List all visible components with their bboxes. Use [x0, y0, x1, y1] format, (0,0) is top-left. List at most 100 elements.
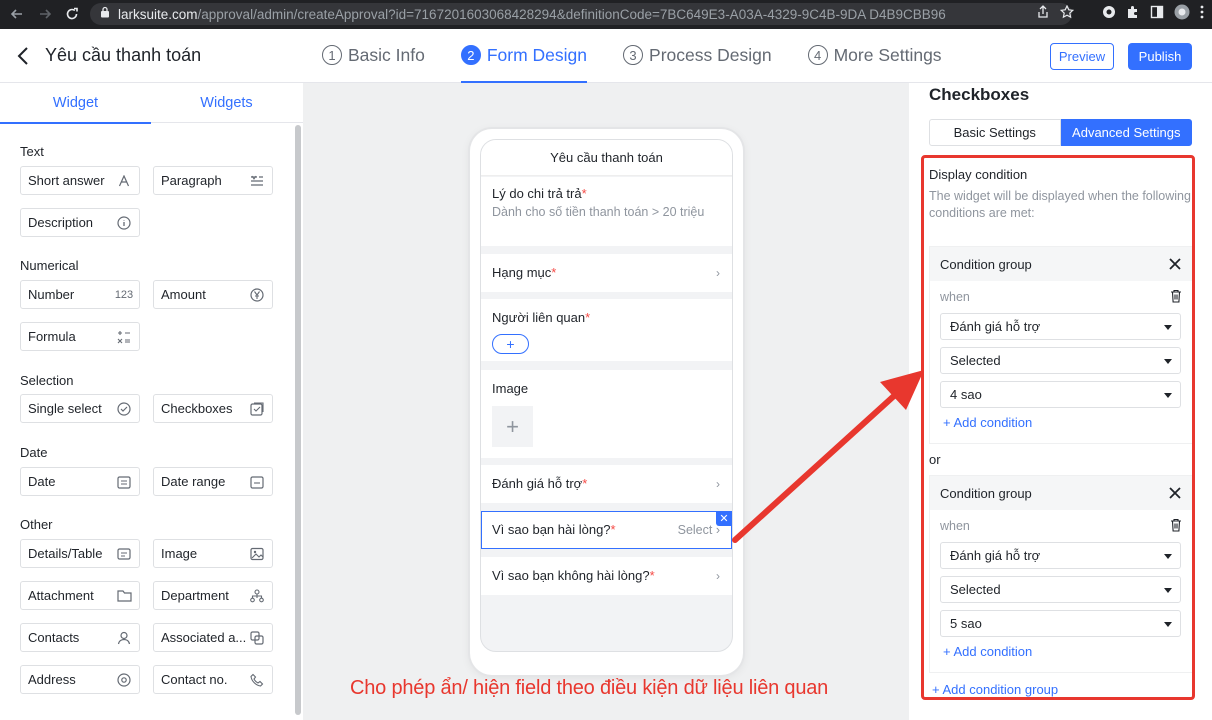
form-field-satisfied[interactable]: Vì sao bạn hài lòng?* Select › ✕: [481, 511, 732, 549]
field-label: Vì sao bạn không hài lòng?: [492, 568, 650, 583]
widget-label: Associated a...: [161, 630, 247, 645]
widget-description[interactable]: Description: [20, 208, 140, 237]
tab-widgets[interactable]: Widgets: [151, 83, 302, 123]
step-label: Basic Info: [348, 45, 425, 65]
field-label: Vì sao bạn hài lòng?: [492, 522, 611, 537]
chevron-right-icon: ›: [716, 569, 720, 583]
forward-arrow-icon[interactable]: [34, 3, 56, 25]
form-field-category[interactable]: Hạng mục* ›: [481, 254, 732, 292]
widget-details-table[interactable]: Details/Table: [20, 539, 140, 568]
field-label: Đánh giá hỗ trợ: [492, 476, 583, 491]
widget-date-range[interactable]: Date range: [153, 467, 273, 496]
publish-button[interactable]: Publish: [1128, 43, 1192, 70]
calendar-icon: [114, 472, 134, 492]
required-mark: *: [610, 522, 616, 537]
annotation-caption: Cho phép ẩn/ hiện field theo điều kiện d…: [350, 677, 829, 699]
widget-single-select[interactable]: Single select: [20, 394, 140, 423]
image-upload-button[interactable]: +: [492, 406, 533, 447]
add-person-button[interactable]: +: [492, 334, 529, 354]
widget-amount[interactable]: Amount: [153, 280, 273, 309]
back-arrow-icon[interactable]: [6, 3, 28, 25]
chevron-right-icon: ›: [716, 266, 720, 280]
form-field-related[interactable]: Người liên quan* +: [481, 299, 732, 361]
widget-number[interactable]: Number 123: [20, 280, 140, 309]
tab-advanced-settings[interactable]: Advanced Settings: [1060, 119, 1192, 146]
location-pin-icon: [114, 670, 134, 690]
tab-basic-settings[interactable]: Basic Settings: [929, 119, 1061, 146]
widget-label: Date range: [161, 474, 226, 489]
app-header: Yêu cầu thanh toán 1 Basic Info 2 Form D…: [0, 29, 1212, 83]
back-button[interactable]: [12, 43, 34, 69]
step-label: Form Design: [486, 45, 588, 65]
widget-paragraph[interactable]: Paragraph: [153, 166, 273, 195]
widget-checkboxes[interactable]: Checkboxes: [153, 394, 273, 423]
widget-library-panel: Widget Widgets Text Short answer Paragra…: [0, 83, 303, 720]
checkbox-icon: [247, 399, 267, 419]
form-field-rating[interactable]: Đánh giá hỗ trợ* ›: [481, 465, 732, 503]
required-mark: *: [551, 265, 557, 280]
widget-label: Department: [161, 588, 229, 603]
sidebar-toggle-icon[interactable]: [1150, 5, 1164, 24]
widget-image[interactable]: Image: [153, 539, 273, 568]
form-field-unsatisfied[interactable]: Vì sao bạn không hài lòng?* ›: [481, 557, 732, 595]
bookmark-star-icon[interactable]: [1059, 4, 1075, 24]
widget-label: Address: [28, 672, 76, 687]
form-field-reason[interactable]: Lý do chi trả trả* Dành cho số tiền than…: [481, 177, 732, 246]
preview-button[interactable]: Preview: [1050, 43, 1114, 70]
puzzle-extensions-icon[interactable]: [1126, 5, 1140, 24]
formula-icon: [114, 327, 134, 347]
step-navigation: 1 Basic Info 2 Form Design 3 Process Des…: [322, 43, 978, 83]
extension-circle-icon[interactable]: [1102, 5, 1116, 24]
form-preview: Yêu cầu thanh toán Lý do chi trả trả* Dà…: [480, 139, 733, 652]
tab-widget[interactable]: Widget: [0, 83, 151, 124]
widget-associated[interactable]: Associated a...: [153, 623, 273, 652]
delete-field-icon[interactable]: ✕: [716, 511, 732, 526]
widget-label: Single select: [28, 401, 102, 416]
widget-label: Attachment: [28, 588, 94, 603]
widget-label: Amount: [161, 287, 206, 302]
check-circle-icon: [114, 399, 134, 419]
field-label: Người liên quan: [492, 310, 586, 325]
plus-icon: +: [506, 336, 515, 352]
step-more-settings[interactable]: 4 More Settings: [807, 43, 942, 83]
reload-icon[interactable]: [61, 3, 83, 25]
section-text-title: Text: [20, 144, 44, 159]
form-field-image[interactable]: Image +: [481, 370, 732, 458]
required-mark: *: [649, 568, 655, 583]
calendar-range-icon: [247, 472, 267, 492]
widget-date[interactable]: Date: [20, 467, 140, 496]
step-form-design[interactable]: 2 Form Design: [460, 43, 588, 83]
widget-contacts[interactable]: Contacts: [20, 623, 140, 652]
required-mark: *: [585, 310, 591, 325]
step-basic-info[interactable]: 1 Basic Info: [322, 43, 425, 83]
widget-attachment[interactable]: Attachment: [20, 581, 140, 610]
profile-avatar-icon[interactable]: [1174, 4, 1190, 25]
folder-icon: [114, 586, 134, 606]
step-label: Process Design: [649, 45, 772, 65]
widget-label: Number: [28, 287, 75, 302]
step-process-design[interactable]: 3 Process Design: [623, 43, 772, 83]
share-icon[interactable]: [1036, 4, 1050, 24]
widget-label: Paragraph: [161, 173, 222, 188]
link-copy-icon: [247, 628, 267, 648]
required-mark: *: [582, 476, 588, 491]
widget-department[interactable]: Department: [153, 581, 273, 610]
step-label: More Settings: [833, 45, 942, 65]
widget-label: Formula: [28, 329, 76, 344]
widget-formula[interactable]: Formula: [20, 322, 140, 351]
widget-contact-no[interactable]: Contact no.: [153, 665, 273, 694]
settings-tabs: Basic Settings Advanced Settings: [929, 119, 1192, 146]
kebab-menu-icon[interactable]: [1200, 5, 1204, 24]
paragraph-icon: [247, 171, 267, 191]
form-title: Yêu cầu thanh toán: [481, 140, 732, 176]
widget-label: Contacts: [28, 630, 80, 645]
widget-label: Description: [28, 215, 94, 230]
address-bar[interactable]: larksuite.com/approval/admin/createAppro…: [90, 3, 1072, 25]
widget-label: Image: [161, 546, 198, 561]
widget-label: Contact no.: [161, 672, 228, 687]
field-label: Hạng mục: [492, 265, 552, 280]
panel-scrollbar[interactable]: [295, 125, 301, 715]
chevron-right-icon: ›: [716, 477, 720, 491]
widget-short-answer[interactable]: Short answer: [20, 166, 140, 195]
widget-address[interactable]: Address: [20, 665, 140, 694]
